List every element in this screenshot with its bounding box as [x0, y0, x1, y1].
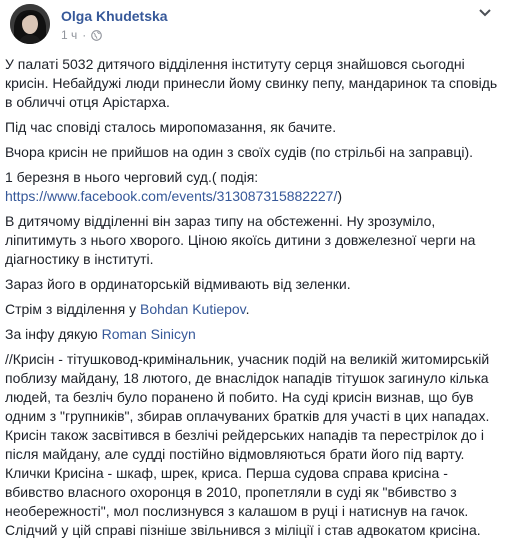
post-meta: 1 ч ·: [61, 28, 103, 42]
meta-separator: ·: [82, 28, 87, 42]
post-paragraph-2: Під час сповіді сталось миропомазання, я…: [5, 119, 337, 135]
avatar[interactable]: [10, 4, 50, 44]
post-paragraph-1: У палаті 5032 дитячого відділення інстит…: [5, 56, 498, 110]
globe-icon[interactable]: [91, 29, 103, 41]
post-paragraph-4: 1 березня в нього черговий суд.( подія: …: [5, 168, 500, 206]
stream-text: Стрім з відділення у: [5, 301, 137, 317]
post-paragraph-7: Стрім з відділення у Bohdan Kutiepov.: [5, 300, 500, 319]
profile-photo: [10, 4, 50, 44]
event-text: 1 березня в нього черговий суд.( подія:: [5, 169, 259, 185]
post-paragraph-9: //Крисін - тітушковод-кримінальник, учас…: [5, 351, 490, 538]
facebook-post: Olga Khudetska 1 ч · У палаті 5032 дитяч…: [0, 0, 505, 544]
author-name[interactable]: Olga Khudetska: [61, 8, 168, 24]
event-text-end: ): [337, 188, 343, 204]
post-timestamp[interactable]: 1 ч: [61, 28, 77, 42]
post-body: У палаті 5032 дитячого відділення інстит…: [5, 55, 500, 546]
post-paragraph-3: Вчора крисін не прийшов на один з своїх …: [5, 144, 474, 160]
mention-bohdan-kutiepov[interactable]: Bohdan Kutiepov: [140, 301, 246, 317]
thanks-text: За інфу дякую: [5, 326, 98, 342]
mention-roman-sinicyn[interactable]: Roman Sinicyn: [102, 326, 196, 342]
stream-text-end: .: [245, 301, 250, 317]
post-paragraph-5: В дитячому відділенні він зараз типу на …: [5, 213, 476, 267]
event-link[interactable]: https://www.facebook.com/events/31308731…: [5, 188, 337, 204]
post-paragraph-6: Зараз його в ординаторській відмивають в…: [5, 276, 351, 292]
post-paragraph-8: За інфу дякую Roman Sinicyn: [5, 325, 500, 344]
chevron-down-icon[interactable]: [475, 6, 495, 20]
